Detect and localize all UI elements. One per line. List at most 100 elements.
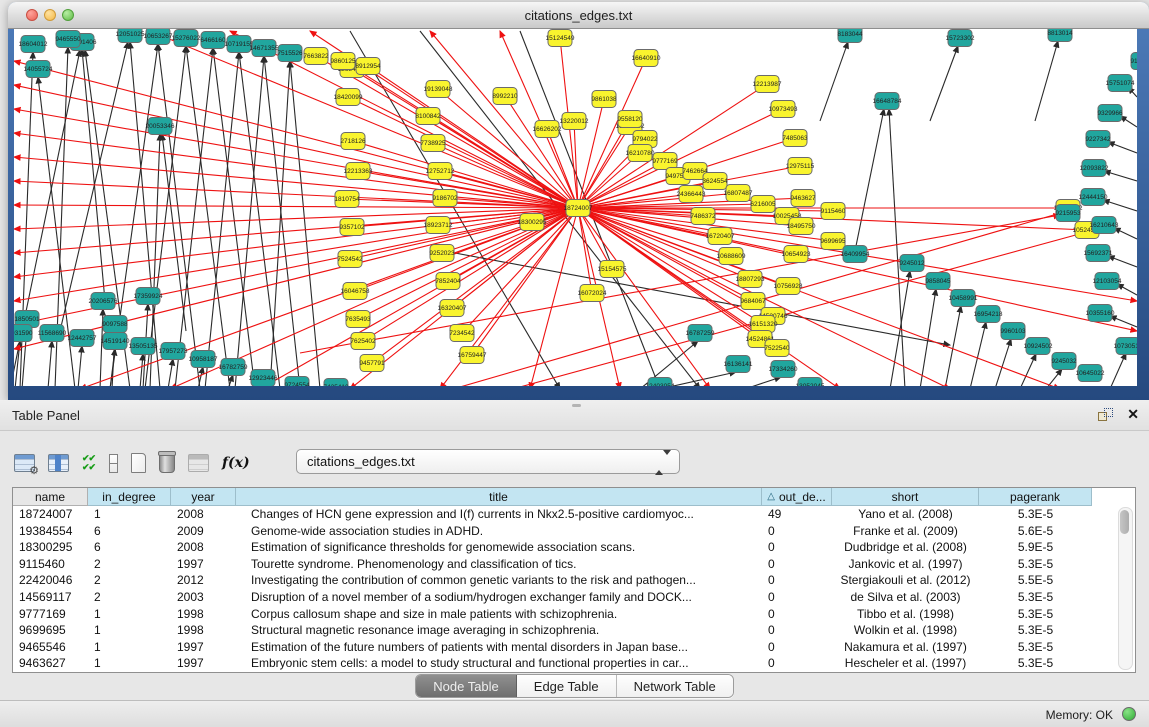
network-node[interactable]: 9724554	[284, 377, 310, 387]
cell-out_degree[interactable]: 0	[762, 622, 832, 639]
row-height-icon[interactable]	[109, 454, 118, 473]
network-edge[interactable]	[1108, 142, 1137, 153]
network-node[interactable]: 16210780	[626, 145, 655, 162]
network-node[interactable]: 16954218	[974, 306, 1003, 323]
network-node[interactable]: 16807487	[724, 185, 753, 202]
network-node[interactable]: 6466160	[200, 32, 226, 49]
cell-year[interactable]: 1997	[171, 556, 236, 573]
network-node[interactable]: 9684067	[740, 293, 766, 310]
cell-title[interactable]: Genome-wide association studies in ADHD.	[236, 523, 762, 540]
network-node[interactable]: 9252023	[429, 245, 455, 262]
network-node[interactable]: 9227342	[1085, 131, 1111, 148]
cell-short[interactable]: Tibbo et al. (1998)	[832, 606, 979, 623]
network-node[interactable]: 10756928	[774, 278, 803, 295]
network-node[interactable]: 9465550	[55, 31, 81, 48]
select-columns-icon[interactable]: ✔✔✔✔	[82, 454, 96, 472]
cell-in_degree[interactable]: 2	[88, 556, 171, 573]
network-node[interactable]: 7738925	[420, 135, 446, 152]
cell-year[interactable]: 1997	[171, 639, 236, 656]
network-node[interactable]: 15692371	[1084, 245, 1113, 262]
network-node[interactable]: 16151320	[749, 316, 778, 333]
table-vertical-scrollbar[interactable]	[1118, 507, 1133, 670]
function-builder-icon[interactable]: f(x)	[222, 455, 250, 471]
cell-title[interactable]: Estimation of the future numbers of pati…	[236, 639, 762, 656]
cell-pagerank[interactable]: 5.6E-5	[979, 523, 1092, 540]
cell-pagerank[interactable]: 5.3E-5	[979, 556, 1092, 573]
network-node[interactable]: 8992210	[492, 88, 518, 105]
cell-name[interactable]: 9699695	[13, 622, 88, 639]
network-edge[interactable]	[930, 46, 958, 121]
cell-name[interactable]: 19384554	[13, 523, 88, 540]
network-node[interactable]: 16320407	[438, 300, 467, 317]
cell-year[interactable]: 1998	[171, 606, 236, 623]
cell-in_degree[interactable]: 6	[88, 539, 171, 556]
cell-year[interactable]: 2008	[171, 539, 236, 556]
network-node[interactable]: 9861038	[591, 91, 617, 108]
network-node[interactable]: 18495750	[787, 218, 816, 235]
cell-title[interactable]: Tourette syndrome. Phenomenology and cla…	[236, 556, 762, 573]
network-edge[interactable]	[158, 44, 200, 386]
float-panel-icon[interactable]	[1098, 408, 1115, 422]
network-node[interactable]: 19139048	[424, 81, 453, 98]
network-node[interactable]: 20206576	[89, 293, 118, 310]
network-node[interactable]: 12752712	[426, 163, 455, 180]
network-node[interactable]: 9858045	[925, 273, 951, 290]
table-column-icon[interactable]	[48, 454, 69, 472]
cell-out_degree[interactable]: 0	[762, 589, 832, 606]
network-node[interactable]: 18923712	[424, 217, 453, 234]
network-edge[interactable]	[1110, 316, 1137, 327]
network-node[interactable]: 6216005	[750, 196, 776, 213]
cell-in_degree[interactable]: 1	[88, 622, 171, 639]
tab-node-table[interactable]: Node Table	[416, 675, 517, 697]
network-edge[interactable]	[745, 377, 781, 386]
network-node[interactable]: 10924502	[1024, 338, 1053, 355]
column-header-pagerank[interactable]: pagerank	[979, 488, 1092, 506]
network-node[interactable]: 18807293	[736, 271, 765, 288]
network-node[interactable]: 15276022	[172, 30, 201, 47]
network-node[interactable]: 17957273	[159, 343, 188, 360]
network-edge[interactable]	[78, 346, 82, 386]
new-document-icon[interactable]	[131, 453, 146, 473]
cell-out_degree[interactable]: 0	[762, 523, 832, 540]
network-edge[interactable]	[856, 109, 884, 246]
cell-pagerank[interactable]: 5.3E-5	[979, 606, 1092, 623]
network-node[interactable]: 7485063	[782, 130, 808, 147]
network-node[interactable]: 10654923	[782, 246, 811, 263]
network-edge[interactable]	[1020, 354, 1036, 386]
cell-out_degree[interactable]: 0	[762, 606, 832, 623]
cell-title[interactable]: Disruption of a novel member of a sodium…	[236, 589, 762, 606]
network-node[interactable]: 9186702	[432, 190, 458, 207]
cell-name[interactable]: 18724007	[13, 506, 88, 523]
network-node[interactable]: 18420099	[334, 89, 363, 106]
panel-resize-handle[interactable]	[572, 404, 581, 407]
network-edge[interactable]	[140, 354, 143, 386]
column-header-in_degree[interactable]: in_degree	[88, 488, 171, 506]
network-node[interactable]: 7852404	[435, 273, 461, 290]
cell-short[interactable]: Franke et al. (2009)	[832, 523, 979, 540]
network-node[interactable]: 9245012	[899, 255, 925, 272]
cell-name[interactable]: 9115460	[13, 556, 88, 573]
table-row[interactable]: 1830029562008Estimation of significance …	[13, 539, 1135, 556]
network-node[interactable]: 16210643	[1090, 217, 1119, 234]
network-node[interactable]: 9245032	[1051, 353, 1077, 370]
column-header-short[interactable]: short	[832, 488, 979, 506]
network-node[interactable]: 8100842	[415, 108, 441, 125]
network-node[interactable]: 7663822	[303, 48, 329, 65]
network-node[interactable]: 7234542	[449, 325, 475, 342]
cell-out_degree[interactable]: 0	[762, 556, 832, 573]
network-node[interactable]: 9558120	[617, 111, 643, 128]
network-node[interactable]: 17334260	[769, 361, 798, 378]
network-node[interactable]: 16720407	[706, 228, 735, 245]
network-window-titlebar[interactable]: citations_edges.txt	[8, 2, 1149, 29]
network-node[interactable]: 16648784	[873, 93, 902, 110]
network-node[interactable]: 16782759	[219, 359, 248, 376]
cell-name[interactable]: 22420046	[13, 572, 88, 589]
network-node[interactable]: 16626202	[533, 121, 562, 138]
network-node[interactable]: 7515526	[277, 45, 303, 62]
network-node[interactable]: 16640910	[632, 50, 661, 67]
network-edge[interactable]	[970, 322, 986, 386]
network-node[interactable]: 16072024	[578, 285, 607, 302]
network-node[interactable]: 9960103	[1000, 323, 1026, 340]
network-node[interactable]: 12444150	[1079, 189, 1108, 206]
cell-year[interactable]: 2008	[171, 506, 236, 523]
